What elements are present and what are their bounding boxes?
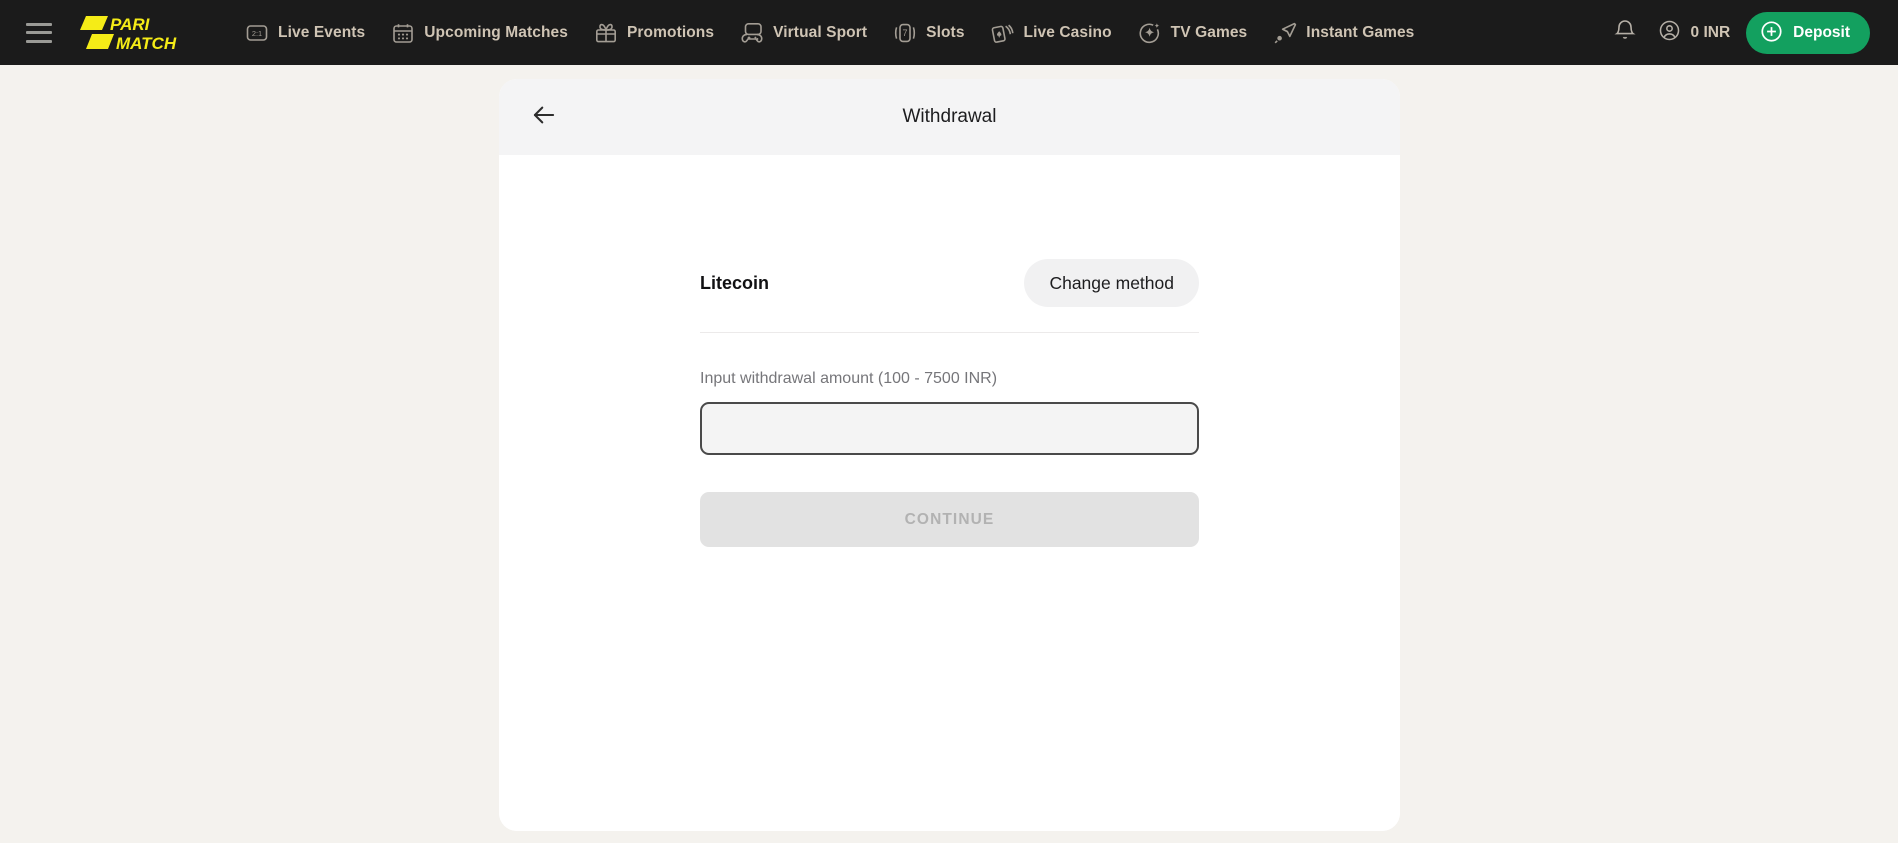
nav-item-live-events[interactable]: 2:1 Live Events [232,0,378,65]
notifications-button[interactable] [1602,10,1648,56]
nav-label: Promotions [626,23,715,41]
gamepad-icon [740,21,764,45]
playing-cards-icon [991,21,1015,45]
deposit-button[interactable]: Deposit [1746,11,1870,54]
nav-label: Instant Games [1306,23,1415,41]
live-score-icon: 2:1 [245,21,269,45]
sparkle-icon [1138,21,1162,45]
plus-circle-icon [1760,20,1783,46]
arrow-left-icon [531,102,557,133]
nav-label: TV Games [1170,23,1248,41]
main-navigation: 2:1 Live Events Upcoming Matches Promoti… [232,0,1427,65]
withdrawal-card-header: Withdrawal [499,79,1400,155]
nav-item-slots[interactable]: 7 Slots [880,0,977,65]
change-method-button[interactable]: Change method [1024,259,1199,307]
gift-icon [594,21,618,45]
parimatch-logo[interactable]: PARI MATCH [80,13,188,53]
rocket-icon [1273,21,1297,45]
nav-item-virtual-sport[interactable]: Virtual Sport [727,0,880,65]
svg-text:MATCH: MATCH [116,34,177,53]
svg-text:PARI: PARI [110,15,151,34]
withdrawal-card-body: Litecoin Change method Input withdrawal … [499,155,1400,831]
nav-label: Slots [926,23,965,41]
nav-item-tv-games[interactable]: TV Games [1125,0,1261,65]
page-title: Withdrawal [902,106,997,127]
balance-amount: 0 INR [1690,23,1731,41]
user-circle-icon [1658,19,1681,47]
nav-item-instant-games[interactable]: Instant Games [1260,0,1427,65]
hamburger-line [26,39,52,43]
header-actions: 0 INR Deposit [1602,10,1870,56]
nav-item-promotions[interactable]: Promotions [581,0,727,65]
continue-button[interactable]: CONTINUE [700,492,1199,547]
account-balance-button[interactable]: 0 INR [1648,10,1747,56]
svg-text:2:1: 2:1 [252,29,262,38]
nav-item-live-casino[interactable]: Live Casino [978,0,1125,65]
hamburger-line [26,22,52,26]
nav-label: Upcoming Matches [424,23,568,41]
top-navigation-bar: PARI MATCH 2:1 Live Events Upcoming Matc… [0,0,1898,65]
hamburger-line [26,31,52,34]
hamburger-menu-icon[interactable] [26,22,52,43]
calendar-icon [391,21,415,45]
nav-label: Live Casino [1023,23,1112,41]
page-content: Withdrawal Litecoin Change method Input … [0,65,1898,843]
bell-icon [1613,18,1637,47]
svg-text:7: 7 [903,28,908,38]
nav-label: Live Events [278,23,366,41]
amount-field-label: Input withdrawal amount (100 - 7500 INR) [700,370,998,387]
amount-input[interactable] [700,402,1199,455]
nav-label: Virtual Sport [773,23,868,41]
slot-seven-icon: 7 [893,21,917,45]
payment-method-name: Litecoin [700,272,770,293]
withdrawal-card: Withdrawal Litecoin Change method Input … [499,79,1400,831]
back-button[interactable] [525,98,563,136]
deposit-label: Deposit [1793,23,1850,41]
payment-method-row: Litecoin Change method [700,259,1199,333]
withdrawal-form: Litecoin Change method Input withdrawal … [700,259,1199,547]
nav-item-upcoming-matches[interactable]: Upcoming Matches [378,0,581,65]
